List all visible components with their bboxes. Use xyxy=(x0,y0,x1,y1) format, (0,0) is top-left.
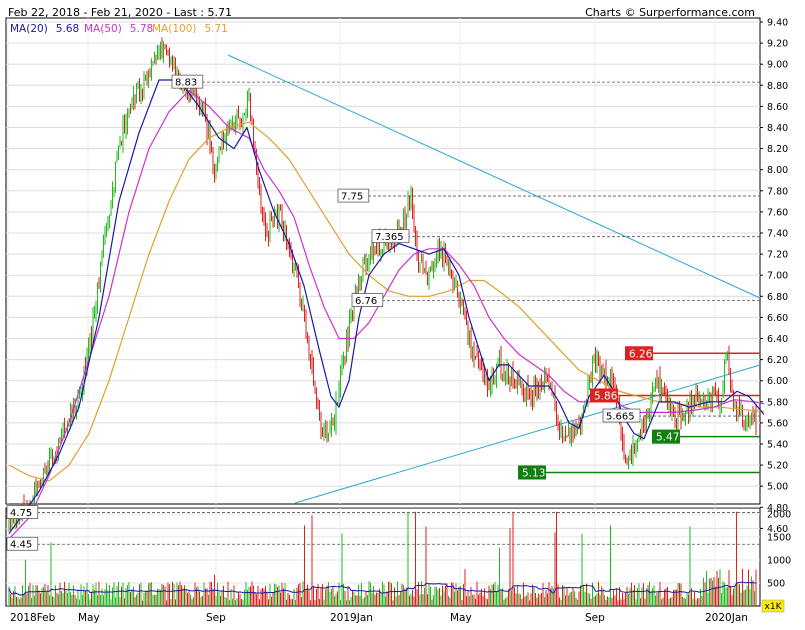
y-tick-label: 5.00 xyxy=(767,482,788,493)
level-label: 4.75 xyxy=(10,508,32,519)
level-lines xyxy=(7,81,760,545)
y-tick-label: 7.60 xyxy=(767,207,788,218)
y-tick-label: 6.20 xyxy=(767,355,788,366)
y-tick-label: 7.80 xyxy=(767,186,788,197)
volume-tick-label: 2000 xyxy=(767,510,791,521)
support-label: 5.13 xyxy=(522,467,545,479)
resistance-label: 6.26 xyxy=(629,348,653,360)
y-tick-label: 7.00 xyxy=(767,271,788,282)
y-tick-label: 7.20 xyxy=(767,250,788,261)
volume-bars xyxy=(8,511,757,606)
level-label: 7.75 xyxy=(341,192,363,203)
candlesticks xyxy=(8,37,757,532)
y-tick-label: 9.20 xyxy=(767,39,788,50)
resistance-label: 5.86 xyxy=(594,390,618,402)
y-tick-label: 8.60 xyxy=(767,102,788,113)
volume-tick-label: 1000 xyxy=(767,556,791,567)
x-tick-label: Sep xyxy=(585,612,605,624)
y-tick-label: 5.80 xyxy=(767,397,788,408)
x-tick-label: Sep xyxy=(206,612,226,624)
x-tick-label: May xyxy=(450,612,472,624)
x-tick-label: 2020Jan xyxy=(705,612,748,624)
volume-tick-label: 1500 xyxy=(767,533,791,544)
y-tick-label: 5.20 xyxy=(767,461,788,472)
y-tick-label: 6.00 xyxy=(767,376,788,387)
ma20-line xyxy=(8,79,765,535)
y-tick-label: 8.80 xyxy=(767,81,788,92)
trend-lines xyxy=(227,54,761,504)
y-tick-label: 5.60 xyxy=(767,418,788,429)
y-tick-label: 6.60 xyxy=(767,313,788,324)
chart-canvas: Feb 22, 2018 - Feb 21, 2020 - Last : 5.7… xyxy=(0,0,805,630)
x-tick-label: May xyxy=(78,612,100,624)
level-label: 8.83 xyxy=(175,78,197,89)
y-tick-label: 6.40 xyxy=(767,334,788,345)
level-label: 6.76 xyxy=(355,296,377,307)
legend-ma20: MA(20) 5.68 xyxy=(10,23,79,35)
legend-ma50: MA(50) 5.78 xyxy=(84,23,153,35)
legend-ma100: MA(100) 5.71 xyxy=(152,23,228,35)
grid-lines xyxy=(6,18,760,606)
level-label: 5.665 xyxy=(606,412,635,423)
legend: MA(20) 5.68 MA(50) 5.78 MA(100) 5.71 xyxy=(10,23,228,35)
y-tick-label: 6.80 xyxy=(767,292,788,303)
ma50-line xyxy=(8,89,765,540)
volume-unit-label: x1K xyxy=(765,602,783,612)
ma100-line xyxy=(8,121,765,482)
level-label: 4.45 xyxy=(10,540,32,551)
y-tick-label: 8.40 xyxy=(767,123,788,134)
y-tick-label: 7.40 xyxy=(767,229,788,240)
level-labels: 8.83 7.75 7.365 6.76 5.665 4.75 4.45 6.26 5.86 5.… xyxy=(6,74,680,551)
level-label: 7.365 xyxy=(375,232,404,243)
y-tick-label: 8.00 xyxy=(767,165,788,176)
support-label: 5.47 xyxy=(656,432,679,444)
x-tick-label: 2019Jan xyxy=(330,612,373,624)
x-tick-label: 2018Feb xyxy=(10,612,56,624)
price-chart: 8.83 7.75 7.365 6.76 5.665 4.75 4.45 6.26 5.86 5.… xyxy=(5,17,791,624)
y-tick-label: 9.40 xyxy=(767,18,788,29)
y-tick-label: 9.00 xyxy=(767,60,788,71)
y-tick-label: 5.40 xyxy=(767,440,788,451)
y-tick-label: 8.20 xyxy=(767,144,788,155)
volume-tick-label: 500 xyxy=(767,579,785,590)
